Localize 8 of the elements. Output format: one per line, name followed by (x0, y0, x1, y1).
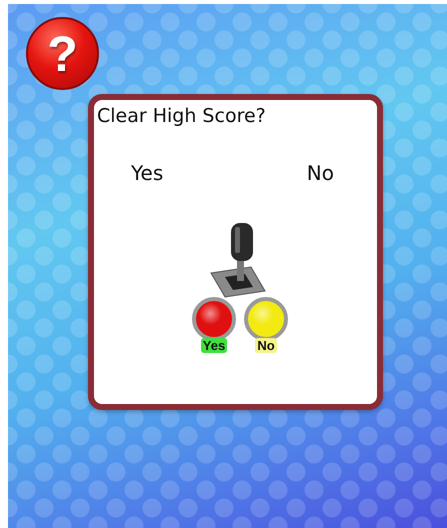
button-label: Yes (200, 338, 228, 353)
arcade-button[interactable] (244, 297, 288, 341)
arcade-button[interactable] (192, 297, 236, 341)
option-text[interactable]: Yes (131, 161, 164, 185)
button-label: No (255, 338, 277, 353)
dialog-title: Clear High Score? (97, 105, 267, 127)
option-text[interactable]: No (306, 161, 334, 185)
help-button[interactable]: ? (26, 17, 99, 90)
